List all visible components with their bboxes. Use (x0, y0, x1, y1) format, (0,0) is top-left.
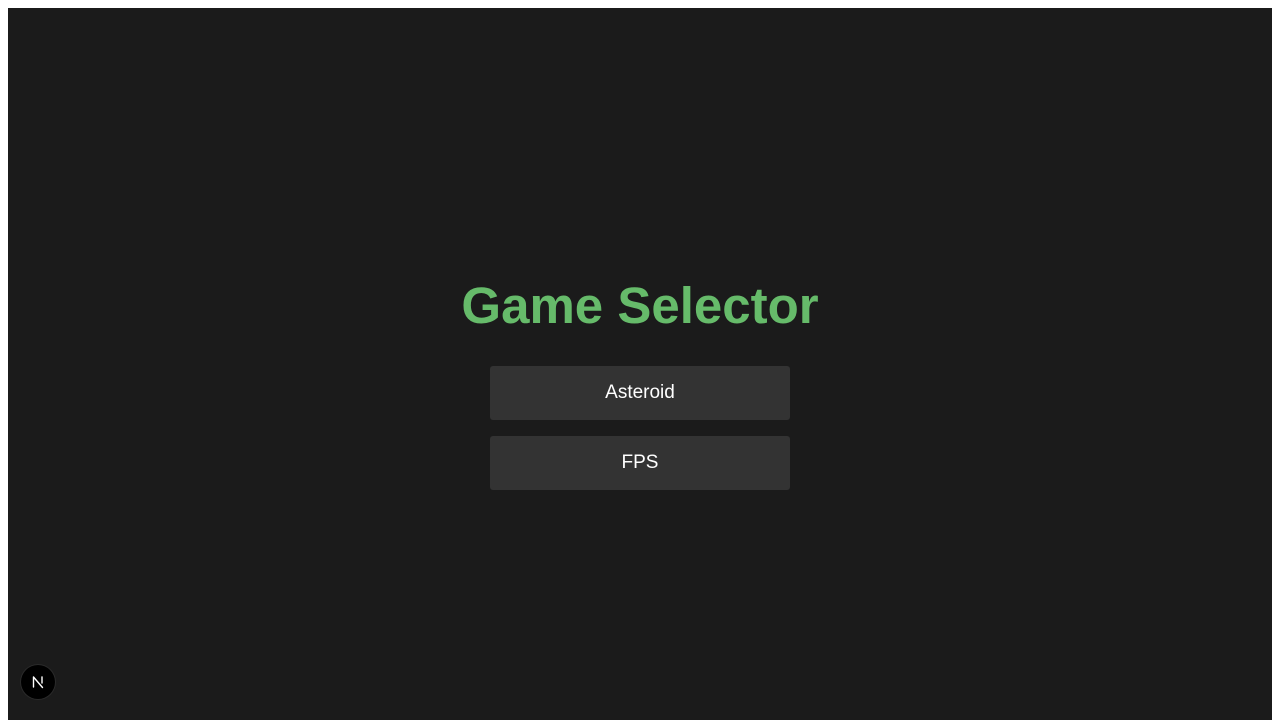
app-viewport: Game Selector Asteroid FPS (8, 8, 1272, 720)
nextjs-logo-icon (32, 676, 44, 689)
game-selector-panel: Game Selector Asteroid FPS (8, 8, 1272, 720)
fps-game-button[interactable]: FPS (490, 436, 790, 490)
page-title: Game Selector (461, 277, 819, 334)
nextjs-dev-tools-button[interactable] (21, 665, 55, 699)
asteroid-game-button[interactable]: Asteroid (490, 366, 790, 420)
